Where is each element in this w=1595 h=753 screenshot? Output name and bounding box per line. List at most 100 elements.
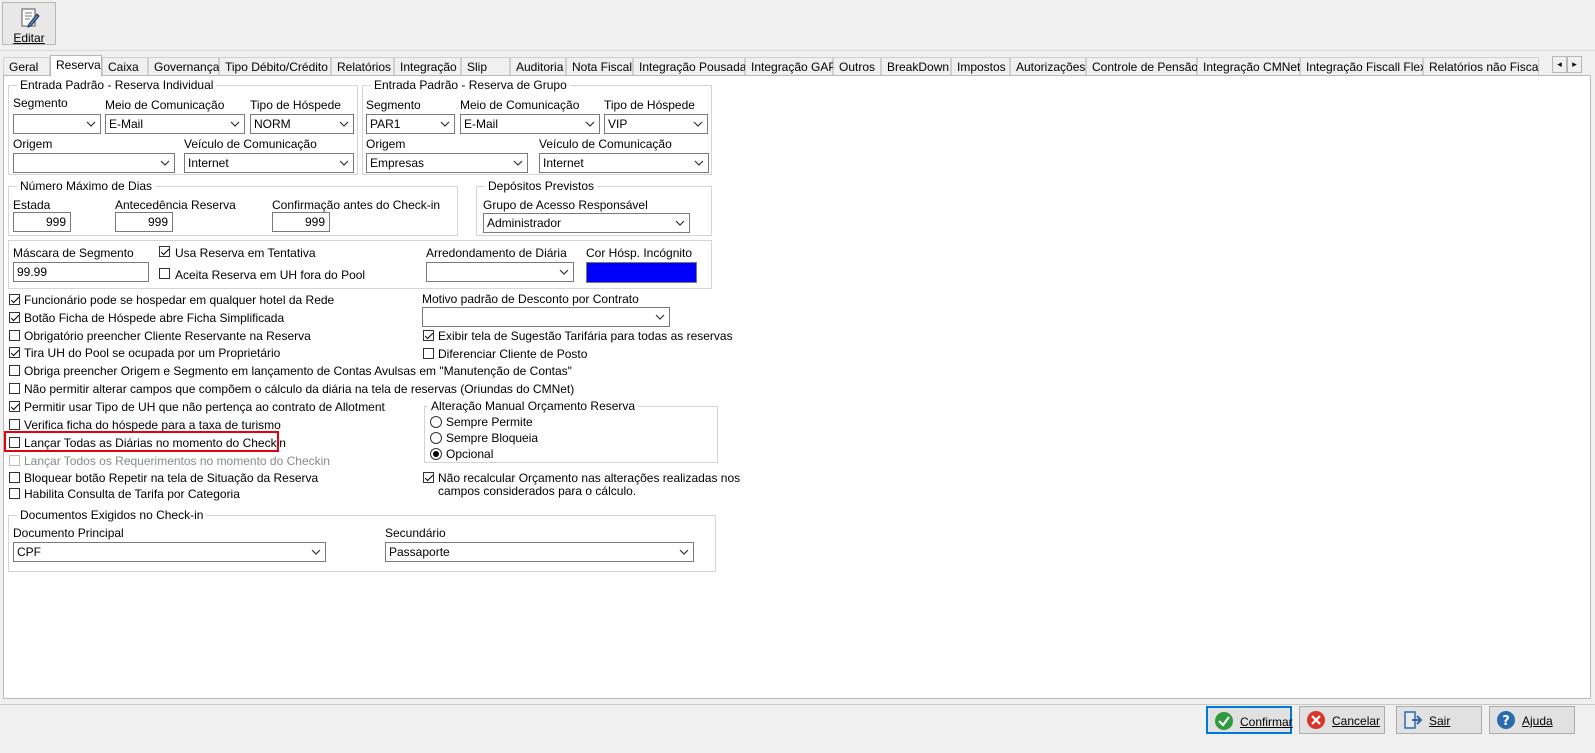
edit-button-label: Editar xyxy=(13,31,45,45)
grupo-tipo-value: VIP xyxy=(608,117,628,131)
confirmacao-input[interactable]: 999 xyxy=(272,212,330,232)
tab-integracao-gap[interactable]: Integração GAP xyxy=(745,57,836,75)
tab-relatorios-nao-fisca[interactable]: Relatórios não Fisca xyxy=(1423,57,1539,75)
option-label: Funcionário pode se hospedar em qualquer… xyxy=(24,293,335,307)
option-checkbox[interactable] xyxy=(9,383,20,394)
individual-meio-value: E-Mail xyxy=(109,117,144,131)
grupo-veiculo-label: Veículo de Comunicação xyxy=(539,137,672,151)
confirm-button[interactable]: Confirmar xyxy=(1206,706,1293,734)
edit-document-icon xyxy=(21,8,40,28)
documento-principal-label: Documento Principal xyxy=(13,526,124,540)
cancel-circle-icon xyxy=(1307,711,1325,729)
option-label: Obriga preencher Origem e Segmento em la… xyxy=(24,364,572,378)
grupo-acesso-select[interactable]: Administrador xyxy=(483,213,690,233)
individual-origem-label: Origem xyxy=(13,137,53,151)
orcamento-radio[interactable] xyxy=(430,416,442,428)
tab-tipo-debito-credito[interactable]: Tipo Débito/Crédito xyxy=(219,57,331,75)
individual-segmento-select[interactable] xyxy=(13,114,101,134)
individual-segmento-label: Segmento xyxy=(13,96,68,110)
option-checkbox[interactable] xyxy=(9,488,20,499)
chevron-down-icon xyxy=(679,549,689,555)
option-checkbox[interactable] xyxy=(9,365,20,376)
option-checkbox[interactable] xyxy=(9,419,20,430)
option-label: Permitir usar Tipo de UH que não pertenç… xyxy=(24,400,385,414)
depositos-title: Depósitos Previstos xyxy=(485,179,598,193)
documento-principal-select[interactable]: CPF xyxy=(13,542,326,562)
option-checkbox[interactable] xyxy=(9,330,20,341)
tab-nota-fiscal[interactable]: Nota Fiscal xyxy=(566,57,633,75)
option-label: Lançar Todos os Requerimentos no momento… xyxy=(24,454,330,468)
option-checkbox[interactable] xyxy=(9,347,20,358)
exit-button[interactable]: Sair xyxy=(1396,706,1482,734)
grupo-origem-select[interactable]: Empresas xyxy=(366,153,528,173)
tab-integracao-pousada[interactable]: Integração Pousada xyxy=(633,57,746,75)
chevron-down-icon xyxy=(311,549,321,555)
orcamento-radio[interactable] xyxy=(430,448,442,460)
cancel-button[interactable]: Cancelar xyxy=(1299,706,1385,734)
option-checkbox[interactable] xyxy=(9,294,20,305)
grupo-group-title: Entrada Padrão - Reserva de Grupo xyxy=(371,78,570,92)
nao-recalcular-checkbox[interactable] xyxy=(423,472,434,483)
edit-button[interactable]: Editar xyxy=(2,2,56,45)
chevron-down-icon xyxy=(675,220,685,226)
tab-reserva[interactable]: Reserva xyxy=(50,55,102,76)
aceita-pool-checkbox[interactable] xyxy=(159,268,170,279)
arredondamento-label: Arredondamento de Diária xyxy=(426,246,567,260)
right-option-checkbox[interactable] xyxy=(423,330,434,341)
orcamento-radio[interactable] xyxy=(430,432,442,444)
tab-impostos[interactable]: Impostos xyxy=(951,57,1010,75)
usa-tentativa-checkbox[interactable] xyxy=(159,246,170,257)
tab-scroll-right-button[interactable]: ▸ xyxy=(1567,56,1582,73)
individual-tipo-label: Tipo de Hóspede xyxy=(250,98,341,112)
option-checkbox[interactable] xyxy=(9,312,20,323)
estada-input[interactable]: 999 xyxy=(13,212,71,232)
usa-tentativa-label: Usa Reserva em Tentativa xyxy=(175,246,316,260)
antecedencia-input[interactable]: 999 xyxy=(115,212,173,232)
chevron-down-icon xyxy=(559,269,569,275)
help-circle-icon: ? xyxy=(1497,711,1515,729)
documentos-title: Documentos Exigidos no Check-in xyxy=(17,508,207,522)
confirmacao-label: Confirmação antes do Check-in xyxy=(272,198,441,212)
help-button[interactable]: ? Ajuda xyxy=(1489,706,1575,734)
option-checkbox[interactable] xyxy=(9,472,20,483)
orcamento-radio-label: Opcional xyxy=(446,447,494,461)
tab-integracao-cmnet[interactable]: Integração CMNet xyxy=(1197,57,1300,75)
individual-meio-select[interactable]: E-Mail xyxy=(105,114,245,134)
individual-origem-select[interactable] xyxy=(13,153,175,173)
grupo-meio-select[interactable]: E-Mail xyxy=(460,114,600,134)
tab-auditoria[interactable]: Auditoria xyxy=(510,57,566,75)
secundario-select[interactable]: Passaporte xyxy=(385,542,694,562)
mascara-input[interactable]: 99.99 xyxy=(13,262,149,282)
right-option-checkbox[interactable] xyxy=(423,348,434,359)
cor-incognito-label: Cor Hósp. Incógnito xyxy=(586,246,693,260)
individual-meio-label: Meio de Comunicação xyxy=(105,98,225,112)
cor-incognito-swatch[interactable] xyxy=(586,262,697,283)
tab-controle-de-pensao[interactable]: Controle de Pensão xyxy=(1086,57,1198,75)
tab-geral[interactable]: Geral xyxy=(3,57,50,75)
grupo-segmento-select[interactable]: PAR1 xyxy=(366,114,455,134)
grupo-tipo-select[interactable]: VIP xyxy=(604,114,708,134)
individual-veiculo-select[interactable]: Internet xyxy=(184,153,354,173)
tab-autorizacoes[interactable]: Autorizações xyxy=(1010,57,1086,75)
documento-principal-value: CPF xyxy=(17,545,41,559)
chevron-down-icon xyxy=(440,121,450,127)
motivo-select[interactable] xyxy=(422,307,670,327)
tab-integracao-fiscall-flex[interactable]: Integração Fiscall Flex xyxy=(1300,57,1426,75)
tab-outros[interactable]: Outros xyxy=(833,57,881,75)
option-label: Obrigatório preencher Cliente Reservante… xyxy=(24,329,311,343)
arredondamento-select[interactable] xyxy=(426,262,574,282)
right-option-label: Exibir tela de Sugestão Tarifária para t… xyxy=(438,329,733,343)
tab-relatorios[interactable]: Relatórios xyxy=(331,57,394,75)
tab-slip[interactable]: Slip xyxy=(461,57,510,75)
option-checkbox[interactable] xyxy=(9,401,20,412)
option-label: Verifica ficha do hóspede para a taxa de… xyxy=(24,418,281,432)
tab-integracao[interactable]: Integração xyxy=(394,57,461,75)
tab-breakdown[interactable]: BreakDown xyxy=(881,57,951,75)
tab-caixa[interactable]: Caixa xyxy=(102,57,148,75)
tab-governanca[interactable]: Governança xyxy=(148,57,219,75)
grupo-veiculo-select[interactable]: Internet xyxy=(539,153,709,173)
tab-scroll-left-button[interactable]: ◂ xyxy=(1552,56,1567,73)
secundario-value: Passaporte xyxy=(389,545,450,559)
exit-door-icon xyxy=(1404,711,1423,729)
individual-tipo-select[interactable]: NORM xyxy=(250,114,354,134)
